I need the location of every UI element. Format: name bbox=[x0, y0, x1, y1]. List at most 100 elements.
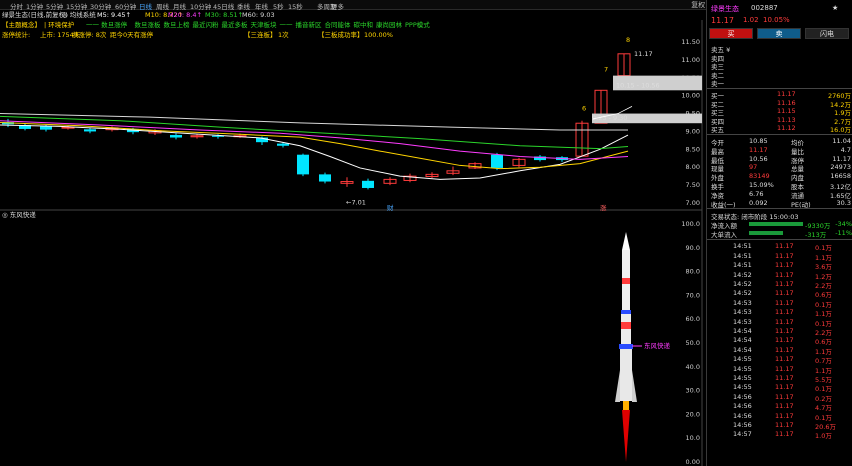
status-divider bbox=[707, 208, 852, 210]
rocket-flame-core bbox=[623, 401, 629, 411]
tick-time-12: 14:55 bbox=[733, 355, 752, 364]
tick-row-4: 14:52 11.17 2.2万 bbox=[707, 280, 852, 290]
kline-chart-area[interactable]: 绿景生态(日线,前复权) ◎ 均线系统 M5: 9.45↑ M10: 8.72↑ M20… bbox=[0, 10, 706, 466]
ma20-label: M20: 8.4↑ bbox=[168, 11, 202, 19]
candle-body-15[interactable] bbox=[319, 174, 331, 182]
ma60-line bbox=[0, 113, 628, 131]
sub-tick-4: 60.0 bbox=[686, 315, 700, 323]
stat-value-a-5: 15.09% bbox=[749, 181, 774, 189]
stat-value-b-0: 11.04 bbox=[832, 137, 851, 145]
chart-title: 绿景生态(日线,前复权) bbox=[2, 10, 68, 19]
three-board-count: 1次 bbox=[278, 30, 289, 39]
tick-row-5: 14:52 11.17 0.6万 bbox=[707, 289, 852, 299]
three-board-label: 【三连板】 bbox=[244, 30, 277, 39]
stat-row-5: 换手 15.09% 股本 3.12亿 bbox=[707, 181, 852, 191]
favorite-icon: ★ bbox=[832, 4, 839, 12]
toolbar-right-item-0[interactable]: 复权 bbox=[691, 0, 705, 10]
stat-value-b-2: 11.17 bbox=[832, 154, 851, 163]
concept-tag-9: 播音新区 bbox=[296, 20, 323, 29]
price-pct: 10.05% bbox=[763, 16, 790, 24]
zone-upper-label: 10.15 - 10.56 bbox=[616, 81, 660, 89]
sub-tick-7: 30.0 bbox=[686, 387, 700, 395]
ma5-label: M5: 9.45↑ bbox=[97, 11, 131, 19]
sub-tick-1: 90.0 bbox=[686, 244, 700, 252]
tick-price-8: 11.17 bbox=[775, 317, 794, 326]
stat-value-a-4: 83149 bbox=[749, 172, 770, 181]
quote-panel: 绿景生态 002887 ★ 11.17 1.02 10.05% 买卖闪电 卖五 ¥ 卖四 卖三 卖二… bbox=[706, 0, 852, 466]
tick-row-18: 14:56 11.17 0.1万 bbox=[707, 411, 852, 422]
tick-row-12: 14:55 11.17 0.7万 bbox=[707, 355, 852, 365]
sell-button[interactable]: 卖 bbox=[757, 28, 801, 39]
tick-time-6: 14:53 bbox=[733, 298, 752, 307]
tick-time-13: 14:55 bbox=[733, 364, 752, 373]
rocket-ring-2 bbox=[619, 344, 633, 349]
ma60-label: M60: 9.03 bbox=[242, 11, 275, 19]
bid-price-2: 11.15 bbox=[777, 107, 796, 116]
tick-time-0: 14:51 bbox=[733, 242, 752, 251]
buy-button[interactable]: 买 bbox=[709, 28, 753, 39]
kline-svg[interactable]: 绿景生态(日线,前复权)◎ 均线系统 M5: 9.45↑ M10: 8.72↑M20… bbox=[0, 10, 706, 466]
sub-tick-6: 40.0 bbox=[686, 363, 700, 371]
limit-stat-label: 涨停统计: bbox=[2, 30, 30, 39]
tick-time-11: 14:54 bbox=[733, 345, 752, 354]
indicator-name: ◎ 均线系统 bbox=[62, 10, 96, 19]
tick-price-9: 11.17 bbox=[775, 327, 794, 335]
candle-body-23[interactable] bbox=[491, 154, 503, 168]
tick-price-20: 11.17 bbox=[775, 430, 794, 439]
tick-time-1: 14:51 bbox=[733, 251, 752, 260]
tick-price-18: 11.17 bbox=[775, 411, 794, 420]
finance-marker: 财 bbox=[387, 203, 394, 212]
tick-row-1: 14:51 11.17 1.1万 bbox=[707, 251, 852, 262]
concept-tag-2: 一一 数旦涨停 bbox=[86, 20, 128, 29]
stat-row-7: 收益(一) 0.092 PE(动) 30.3 bbox=[707, 198, 852, 209]
tick-price-17: 11.17 bbox=[775, 402, 794, 411]
sub-tick-10: 0.00 bbox=[686, 458, 700, 466]
stock-name: 绿景生态 bbox=[711, 5, 739, 13]
flash-button[interactable]: 闪电 bbox=[805, 28, 849, 39]
candle-body-13[interactable] bbox=[277, 143, 289, 146]
event-marker: 涨 bbox=[600, 203, 607, 212]
tick-row-10: 14:54 11.17 0.6万 bbox=[707, 336, 852, 346]
concept-tag-13: PPP模式 bbox=[405, 20, 430, 29]
price-tick-3: 10.00 bbox=[681, 92, 700, 100]
stat-value-b-1: 4.7 bbox=[840, 145, 851, 154]
tick-row-13: 14:55 11.17 1.1万 bbox=[707, 364, 852, 375]
board-count-6: 6 bbox=[582, 105, 586, 113]
tick-time-10: 14:54 bbox=[733, 336, 752, 345]
tick-time-17: 14:56 bbox=[733, 402, 752, 411]
concept-tag-8: 一一 bbox=[280, 21, 294, 29]
three-board-rate: 100.00% bbox=[364, 31, 393, 39]
ma30-label: M30: 8.51↑ bbox=[205, 11, 243, 19]
flow-bar-0 bbox=[749, 222, 803, 227]
tick-price-7: 11.17 bbox=[775, 308, 794, 317]
tick-price-11: 11.17 bbox=[775, 345, 794, 354]
flow-value-1: -313万 bbox=[805, 231, 827, 240]
candle-body-14[interactable] bbox=[297, 154, 309, 175]
bid-price-4: 11.12 bbox=[777, 124, 796, 133]
candle-body-4[interactable] bbox=[84, 129, 96, 132]
sub-indicator-title: ◎ 东风快递 bbox=[2, 210, 36, 219]
sub-tick-2: 80.0 bbox=[686, 268, 700, 276]
tick-row-3: 14:52 11.17 1.2万 bbox=[707, 271, 852, 281]
rocket-tip bbox=[622, 232, 630, 250]
price-tick-8: 7.50 bbox=[686, 181, 700, 189]
stats-divider bbox=[707, 134, 852, 135]
tick-time-2: 14:51 bbox=[733, 261, 752, 270]
candle-body-8[interactable] bbox=[170, 135, 182, 138]
tick-price-5: 11.17 bbox=[775, 289, 794, 298]
stat-row-4: 外盘 83149 内盘 16658 bbox=[707, 172, 852, 182]
days-since-limit: 距今0天有涨停 bbox=[110, 30, 154, 39]
stock-title: 绿景生态 002887 ★ bbox=[707, 4, 852, 14]
rocket-stripe-2 bbox=[621, 322, 631, 329]
stat-label-a-7: 收益(一) bbox=[711, 200, 736, 209]
stat-value-a-7: 0.092 bbox=[749, 198, 768, 207]
price-tick-6: 8.50 bbox=[686, 145, 700, 153]
stat-value-a-1: 11.17 bbox=[749, 145, 768, 154]
tick-vol-20: 1.0万 bbox=[815, 432, 832, 441]
flow-pct-0: -34% bbox=[835, 220, 852, 229]
tick-row-6: 14:53 11.17 0.1万 bbox=[707, 298, 852, 309]
candle-body-17[interactable] bbox=[362, 180, 374, 188]
tick-time-18: 14:56 bbox=[733, 411, 752, 420]
bid-price-1: 11.16 bbox=[777, 98, 796, 107]
tick-row-9: 14:54 11.17 2.2万 bbox=[707, 327, 852, 337]
